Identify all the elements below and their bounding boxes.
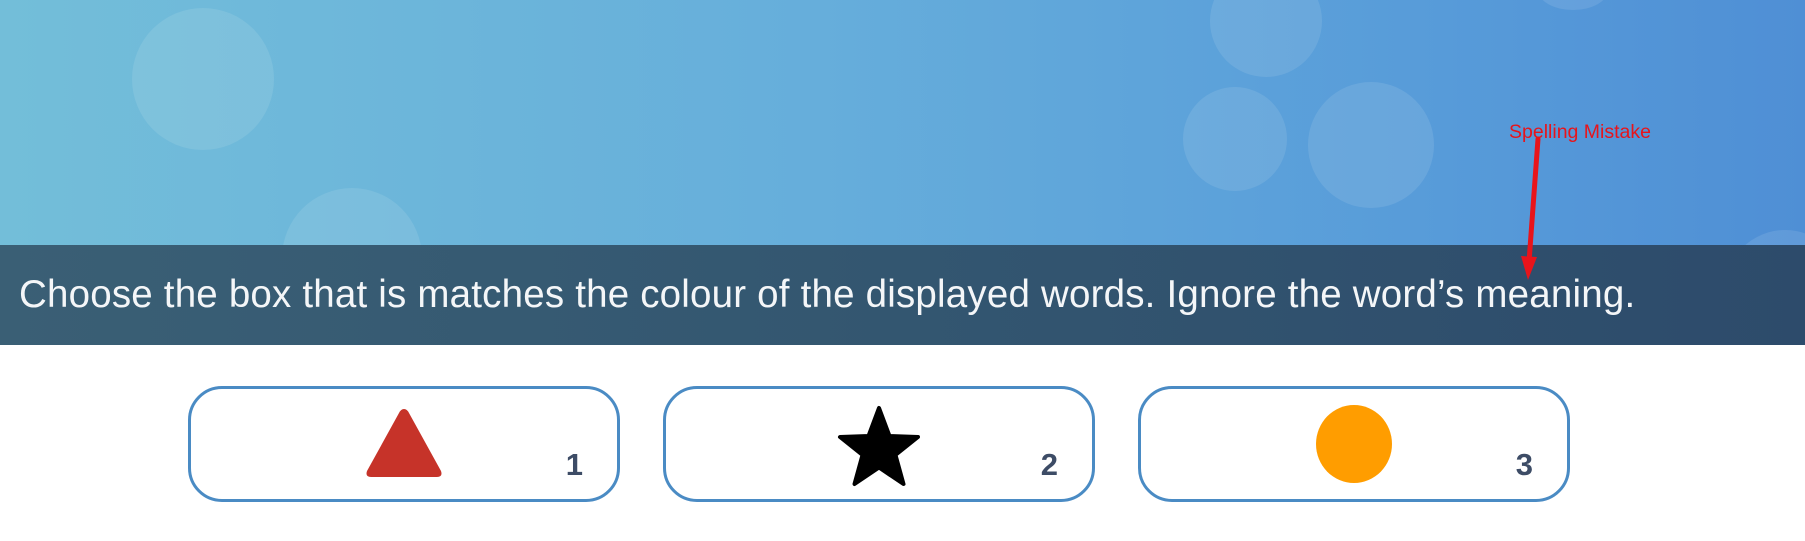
annotation-arrow-icon <box>1521 136 1541 280</box>
stage: Choose the box that is matches the colou… <box>0 0 1805 541</box>
